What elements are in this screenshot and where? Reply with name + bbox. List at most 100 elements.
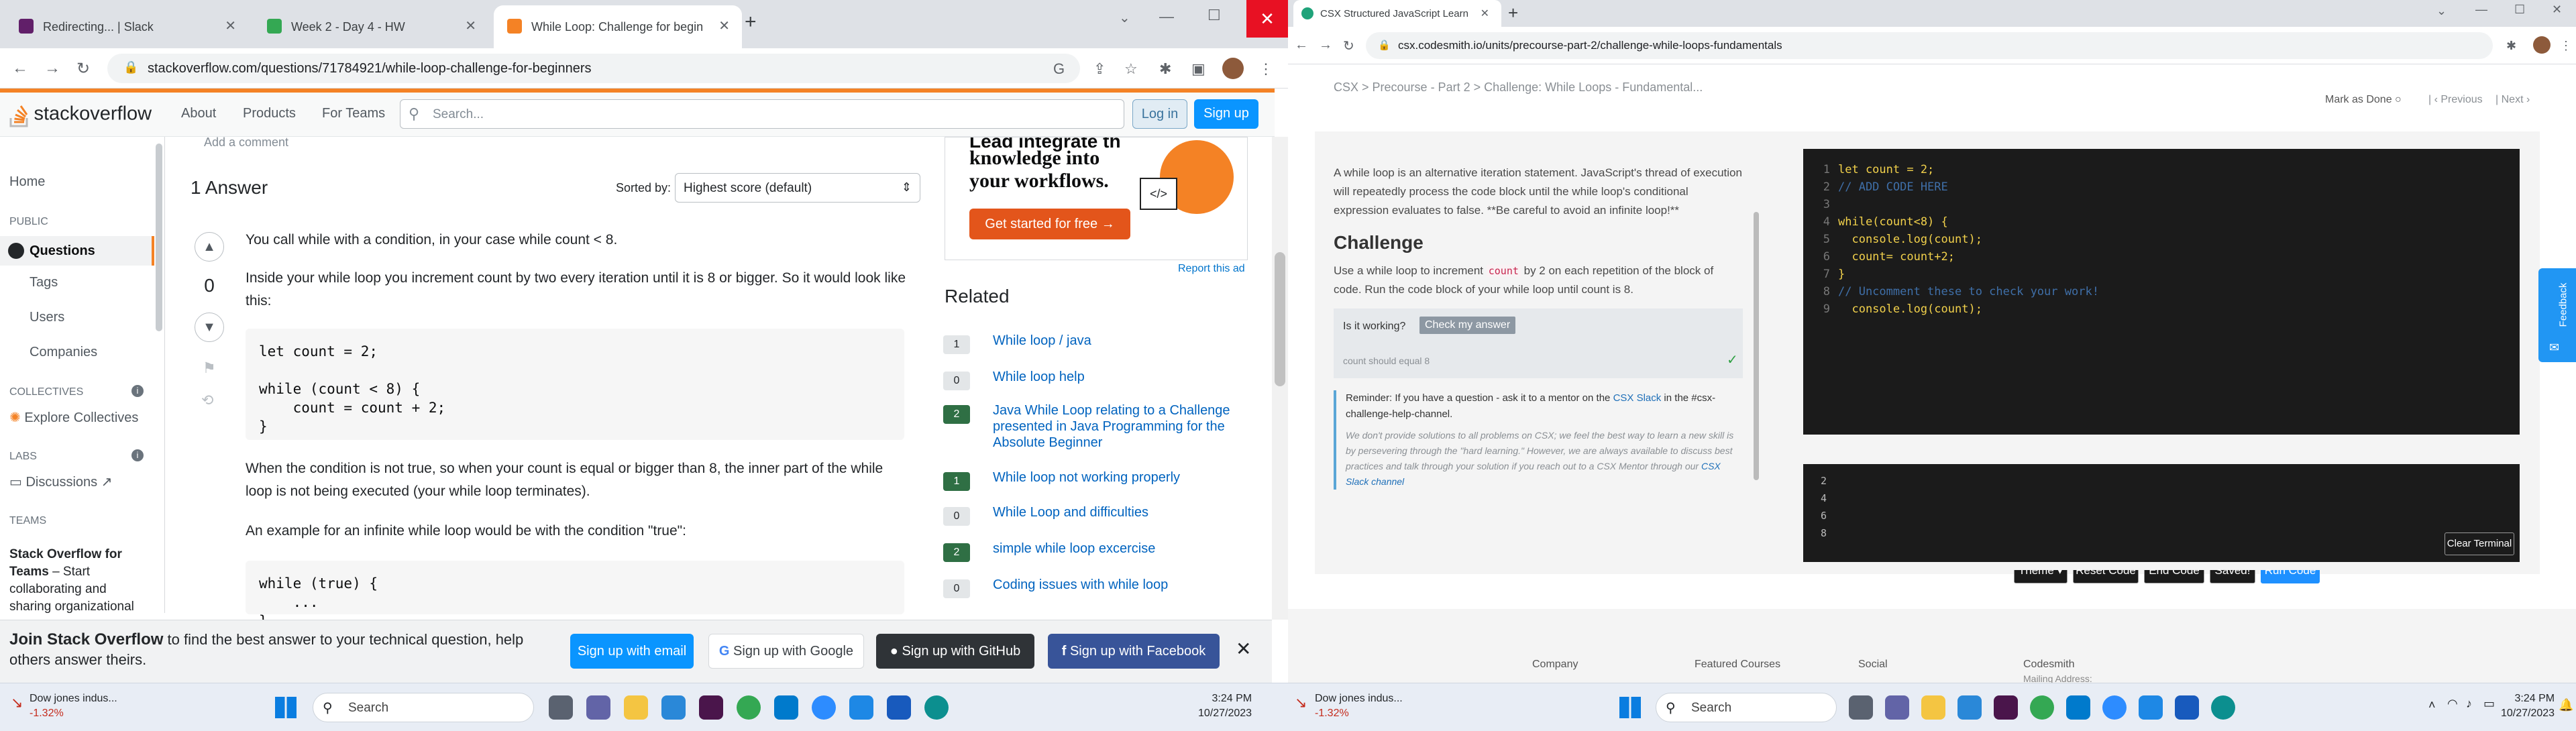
task-view-icon[interactable] bbox=[549, 695, 573, 720]
sidebar-item-questions[interactable]: Questions bbox=[0, 236, 154, 266]
tab-homework[interactable]: Week 2 - Day 4 - HW ✕ bbox=[254, 5, 488, 48]
url-field[interactable]: 🔒 csx.codesmith.io/units/precourse-part-… bbox=[1366, 32, 2493, 59]
minimize-button[interactable]: — bbox=[2475, 3, 2487, 17]
history-icon[interactable]: ⟲ bbox=[201, 392, 213, 409]
stock-widget[interactable]: Dow jones indus... -1.32% bbox=[1315, 691, 1403, 721]
taskbar-clock[interactable]: 3:24 PM 10/27/2023 bbox=[2501, 691, 2555, 721]
sidebar-item-tags[interactable]: Tags bbox=[30, 275, 58, 290]
related-question-link[interactable]: Coding issues with while loop bbox=[993, 577, 1248, 593]
csx-breadcrumb[interactable]: CSX > Precourse - Part 2 > Challenge: Wh… bbox=[1334, 80, 1703, 95]
forward-icon[interactable]: → bbox=[1319, 38, 1332, 53]
menu-icon[interactable]: ⋮ bbox=[1258, 60, 1273, 78]
new-tab-button[interactable]: + bbox=[1508, 3, 1518, 23]
add-comment-link[interactable]: Add a comment bbox=[204, 135, 288, 150]
forward-icon[interactable]: → bbox=[44, 59, 60, 78]
battery-icon[interactable]: ▭ bbox=[2483, 697, 2495, 711]
signup-email-button[interactable]: Sign up with email bbox=[570, 634, 694, 669]
volume-icon[interactable]: ♪ bbox=[2466, 697, 2472, 711]
related-question-link[interactable]: While loop not working properly bbox=[993, 469, 1248, 486]
tab-stackoverflow[interactable]: While Loop: Challenge for begin ✕ bbox=[494, 5, 742, 48]
task-view-icon[interactable] bbox=[1849, 695, 1873, 720]
sidebar-item-companies[interactable]: Companies bbox=[30, 345, 97, 360]
signup-button[interactable]: Sign up bbox=[1194, 99, 1258, 129]
extensions-icon[interactable]: ✱ bbox=[1159, 60, 1171, 78]
teams-icon[interactable] bbox=[586, 695, 610, 720]
sidebar-home[interactable]: Home bbox=[9, 174, 45, 190]
google-icon[interactable]: G bbox=[1053, 60, 1065, 78]
close-tab-icon[interactable]: ✕ bbox=[225, 17, 236, 34]
close-window-button[interactable]: ✕ bbox=[1246, 0, 1288, 38]
zoom-icon[interactable] bbox=[812, 695, 836, 720]
nav-products[interactable]: Products bbox=[243, 106, 296, 121]
nav-for-teams[interactable]: For Teams bbox=[322, 106, 385, 121]
sidebar-discussions[interactable]: ▭ Discussions ↗ bbox=[9, 473, 113, 490]
login-button[interactable]: Log in bbox=[1132, 99, 1187, 129]
next-link[interactable]: | Next › bbox=[2496, 94, 2530, 106]
teams-icon[interactable] bbox=[1885, 695, 1909, 720]
info-icon[interactable]: i bbox=[131, 385, 144, 397]
taskbar-search[interactable]: ⚲ Search bbox=[1656, 693, 1837, 722]
so-logo[interactable]: stackoverflow bbox=[9, 101, 152, 127]
side-panel-icon[interactable]: ▣ bbox=[1191, 60, 1205, 78]
related-question-link[interactable]: Java While Loop relating to a Challenge … bbox=[993, 402, 1248, 451]
bookmark-star-icon[interactable]: ☆ bbox=[1124, 60, 1138, 78]
vscode-icon[interactable] bbox=[774, 695, 798, 720]
file-explorer-icon[interactable] bbox=[624, 695, 648, 720]
downvote-button[interactable]: ▼ bbox=[195, 313, 224, 342]
windows-start-icon[interactable] bbox=[275, 697, 297, 718]
sidebar-item-users[interactable]: Users bbox=[30, 310, 64, 325]
csx-slack-link[interactable]: CSX Slack bbox=[1613, 392, 1662, 404]
phone-link-icon[interactable] bbox=[2139, 695, 2163, 720]
close-tab-icon[interactable]: ✕ bbox=[1481, 7, 1489, 20]
close-tab-icon[interactable]: ✕ bbox=[718, 17, 730, 34]
close-window-button[interactable]: ✕ bbox=[2552, 3, 2562, 17]
mark-done-button[interactable]: Mark as Done ○ bbox=[2325, 94, 2402, 106]
back-icon[interactable]: ← bbox=[12, 59, 28, 78]
related-question-link[interactable]: While Loop and difficulties bbox=[993, 504, 1248, 520]
reload-icon[interactable]: ↻ bbox=[76, 59, 90, 78]
menu-icon[interactable]: ⋮ bbox=[2560, 39, 2572, 53]
check-answer-button[interactable]: Check my answer bbox=[1419, 317, 1516, 334]
slack-icon[interactable] bbox=[1994, 695, 2018, 720]
taskbar-clock[interactable]: 3:24 PM 10/27/2023 bbox=[1198, 691, 1252, 721]
maximize-button[interactable]: ☐ bbox=[1208, 7, 1221, 24]
sidebar-explore-collectives[interactable]: ✺ Explore Collectives bbox=[9, 409, 138, 426]
close-tab-icon[interactable]: ✕ bbox=[465, 17, 476, 34]
maximize-button[interactable]: ☐ bbox=[2514, 3, 2525, 17]
chevron-up-icon[interactable]: ˄ bbox=[2428, 698, 2436, 712]
editor-body[interactable]: 1 let count = 2; 2 // ADD CODE HERE 3 4 while(… bbox=[1803, 149, 2520, 583]
store-icon[interactable] bbox=[661, 695, 686, 720]
notifications-icon[interactable]: 🔔 bbox=[2559, 698, 2573, 712]
wifi-icon[interactable]: ◠ bbox=[2447, 697, 2458, 711]
sort-select[interactable]: Highest score (default) ⇕ bbox=[675, 173, 920, 203]
nav-about[interactable]: About bbox=[181, 106, 216, 121]
report-ad-link[interactable]: Report this ad bbox=[1178, 263, 1245, 275]
teams-promo[interactable]: Stack Overflow for Teams – Start collabo… bbox=[9, 546, 144, 616]
code-editor[interactable]: 1 let count = 2; 2 // ADD CODE HERE 3 4 while(… bbox=[1795, 141, 2528, 583]
word-icon[interactable] bbox=[887, 695, 911, 720]
new-tab-button[interactable]: + bbox=[745, 11, 757, 34]
previous-link[interactable]: | ‹ Previous bbox=[2428, 94, 2483, 106]
tab-csx[interactable]: CSX Structured JavaScript Learn ✕ bbox=[1293, 0, 1501, 27]
related-question-link[interactable]: simple while loop excercise bbox=[993, 541, 1248, 557]
url-field[interactable]: 🔒 stackoverflow.com/questions/71784921/w… bbox=[107, 54, 1080, 83]
related-question-link[interactable]: While loop / java bbox=[993, 333, 1248, 349]
phone-link-icon[interactable] bbox=[849, 695, 873, 720]
info-icon[interactable]: i bbox=[131, 449, 144, 461]
windows-start-icon[interactable] bbox=[1619, 697, 1641, 718]
reload-icon[interactable]: ↻ bbox=[1343, 38, 1354, 54]
share-icon[interactable]: ⇪ bbox=[1093, 60, 1106, 78]
signup-google-button[interactable]: G Sign up with Google bbox=[708, 634, 864, 669]
ad-box[interactable]: Lead integrate th knowledge into your wo… bbox=[945, 137, 1248, 260]
vscode-icon[interactable] bbox=[2066, 695, 2090, 720]
minimize-button[interactable]: — bbox=[1159, 8, 1174, 25]
close-banner-icon[interactable]: ✕ bbox=[1236, 638, 1251, 660]
lesson-scrollbar[interactable] bbox=[1754, 212, 1759, 480]
signup-github-button[interactable]: ● Sign up with GitHub bbox=[876, 634, 1034, 669]
ad-cta-button[interactable]: Get started for free → bbox=[969, 209, 1130, 239]
zoom-icon[interactable] bbox=[2102, 695, 2127, 720]
extensions-icon[interactable]: ✱ bbox=[2506, 39, 2516, 53]
edge-icon[interactable] bbox=[2211, 695, 2235, 720]
taskbar-search[interactable]: ⚲ Search bbox=[313, 693, 534, 722]
slack-icon[interactable] bbox=[699, 695, 723, 720]
